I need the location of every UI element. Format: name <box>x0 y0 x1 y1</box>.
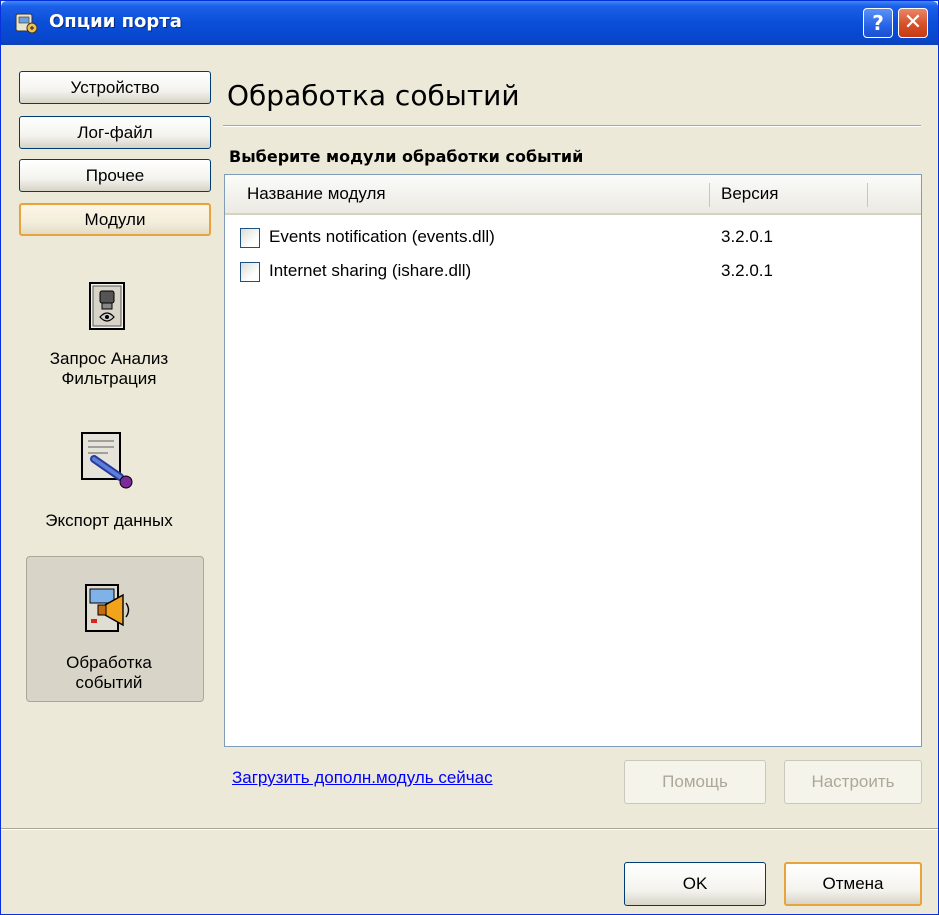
port-options-window: Опции порта ? ✕ Устройство Лог-файл Проч… <box>0 0 939 915</box>
column-header-name[interactable]: Название модуля <box>247 175 386 213</box>
sidebar-item-label: Обработка <box>66 653 152 672</box>
module-checkbox[interactable] <box>240 228 260 248</box>
column-separator[interactable] <box>709 183 710 207</box>
sidebar-item-label: Фильтрация <box>61 369 157 388</box>
help-button[interactable]: Помощь <box>624 760 766 804</box>
modules-list[interactable]: Название модуля Версия Events notificati… <box>224 174 922 747</box>
heading-divider <box>223 125 921 127</box>
sidebar-item-label: Запрос Анализ <box>49 349 169 368</box>
load-module-link[interactable]: Загрузить дополн.модуль сейчас <box>232 768 493 788</box>
tab-misc[interactable]: Прочее <box>19 159 211 192</box>
page-title: Обработка событий <box>227 79 520 112</box>
ok-button[interactable]: OK <box>624 862 766 906</box>
list-header: Название модуля Версия <box>225 175 921 215</box>
help-title-button[interactable]: ? <box>863 8 893 38</box>
cancel-button[interactable]: Отмена <box>784 862 922 906</box>
title-bar[interactable]: Опции порта ? ✕ <box>1 1 938 45</box>
sidebar-item-query-analysis[interactable]: Запрос Анализ Фильтрация <box>7 281 211 389</box>
event-processing-icon <box>85 584 130 632</box>
close-icon: ✕ <box>903 10 923 35</box>
tab-log-file[interactable]: Лог-файл <box>19 116 211 149</box>
module-version: 3.2.0.1 <box>721 227 773 246</box>
footer-divider <box>1 828 938 830</box>
sidebar-item-label: Экспорт данных <box>45 511 173 530</box>
module-version: 3.2.0.1 <box>721 261 773 280</box>
module-name: Internet sharing (ishare.dll) <box>269 261 472 280</box>
sidebar-item-label: событий <box>75 673 143 692</box>
data-export-icon <box>81 432 133 489</box>
section-label: Выберите модули обработки событий <box>229 147 584 166</box>
app-icon <box>15 13 38 34</box>
column-header-version[interactable]: Версия <box>721 175 778 213</box>
module-name: Events notification (events.dll) <box>269 227 495 246</box>
tab-modules[interactable]: Модули <box>19 203 211 236</box>
query-analysis-icon <box>89 282 125 330</box>
list-item[interactable]: Internet sharing (ishare.dll) 3.2.0.1 <box>225 257 921 287</box>
window-title: Опции порта <box>49 11 182 32</box>
module-checkbox[interactable] <box>240 262 260 282</box>
help-icon: ? <box>872 11 884 35</box>
column-separator[interactable] <box>867 183 868 207</box>
sidebar-item-event-processing[interactable]: Обработка событий <box>7 581 211 693</box>
tab-device[interactable]: Устройство <box>19 71 211 104</box>
close-title-button[interactable]: ✕ <box>898 8 928 38</box>
sidebar-item-data-export[interactable]: Экспорт данных <box>7 429 211 531</box>
list-item[interactable]: Events notification (events.dll) 3.2.0.1 <box>225 223 921 253</box>
configure-button[interactable]: Настроить <box>784 760 922 804</box>
